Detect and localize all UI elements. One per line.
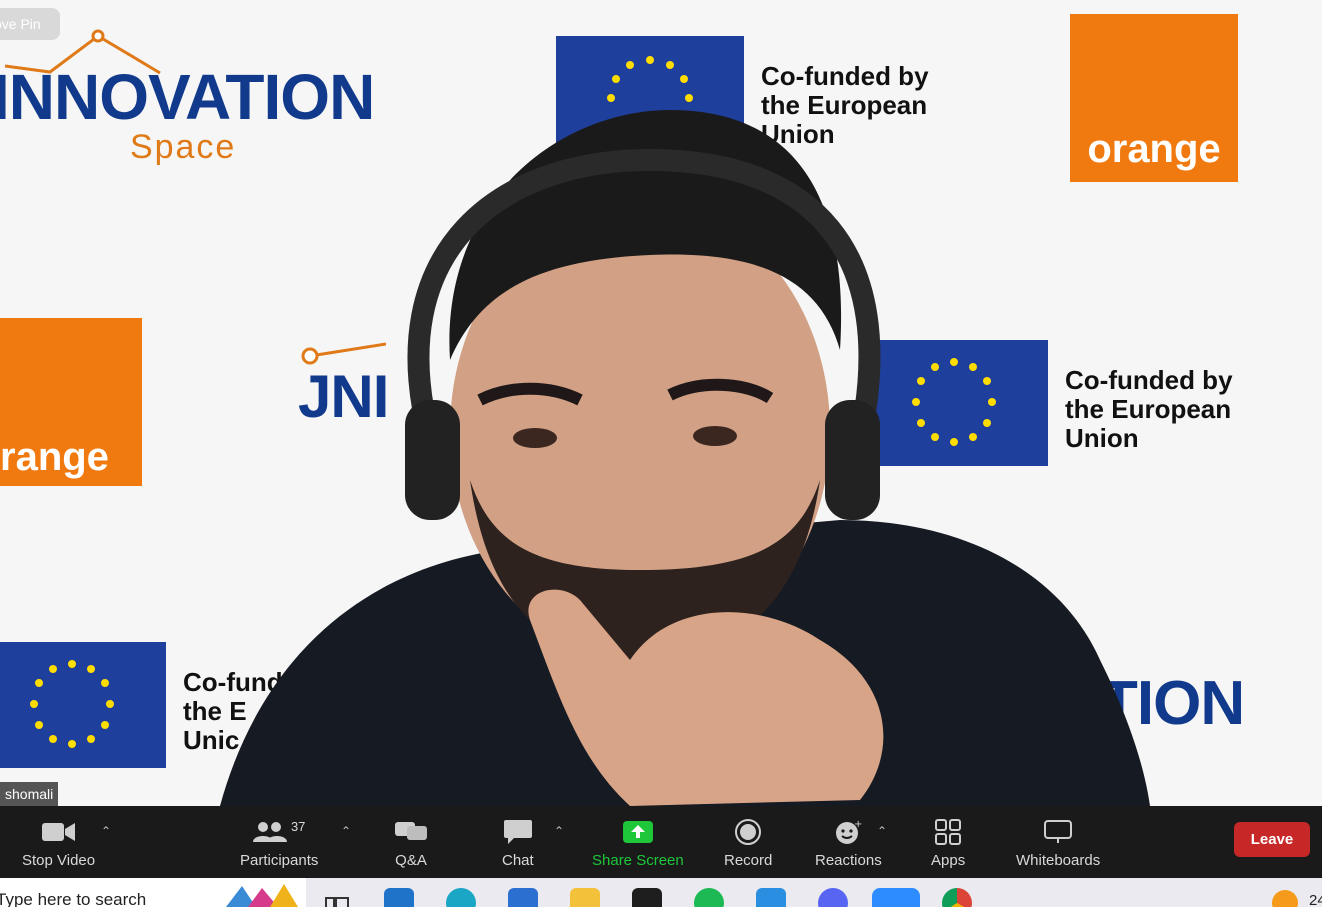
discord-icon[interactable] (818, 888, 848, 907)
remove-pin-label: ove Pin (0, 16, 41, 32)
stop-video-label: Stop Video (22, 852, 96, 869)
weather-icon[interactable] (1272, 890, 1298, 907)
participants-icon (252, 822, 287, 842)
remove-pin-button[interactable]: ove Pin (0, 8, 60, 40)
spotify-icon[interactable] (694, 888, 724, 907)
meeting-toolbar: Stop Video ⌃ 37 Participants ⌃ Q&A Chat … (0, 806, 1322, 878)
video-options-caret-icon[interactable]: ⌃ (101, 824, 111, 838)
whiteboards-label: Whiteboards (1016, 852, 1101, 869)
qa-icon (395, 814, 427, 850)
windows-taskbar: Type here to search 24 (0, 878, 1322, 907)
chrome-icon[interactable] (942, 888, 972, 907)
file-explorer-icon[interactable] (570, 888, 600, 907)
chat-button[interactable]: Chat (502, 814, 534, 869)
apps-icon (935, 814, 962, 850)
reactions-label: Reactions (815, 852, 882, 869)
store-icon[interactable] (508, 888, 538, 907)
reactions-icon: + (834, 814, 862, 850)
participant-name-label: shomali (0, 782, 59, 806)
svg-text:+: + (854, 819, 862, 830)
vscode-icon[interactable] (756, 888, 786, 907)
chat-label: Chat (502, 852, 534, 869)
edge-icon[interactable] (446, 888, 476, 907)
orange-logo-left: range (0, 318, 142, 486)
video-camera-icon (41, 814, 76, 850)
clock-text: 24 (1309, 892, 1322, 907)
participants-count: 37 (290, 818, 306, 834)
figma-icon[interactable] (632, 888, 662, 907)
leave-button[interactable]: Leave (1234, 822, 1310, 857)
orange-logo-partial-text: range (0, 435, 109, 479)
whiteboards-button[interactable]: Whiteboards (1016, 814, 1100, 869)
share-screen-button[interactable]: Share Screen (592, 814, 684, 869)
eu-stars-icon (30, 660, 114, 748)
share-screen-icon (622, 814, 653, 850)
whiteboard-icon (1044, 814, 1073, 850)
reactions-options-caret-icon[interactable]: ⌃ (877, 824, 887, 838)
stop-video-button[interactable]: Stop Video (22, 814, 95, 869)
participant-person (220, 110, 1150, 806)
eu-text-line1: Co-funded by (761, 61, 929, 91)
qa-button[interactable]: Q&A (395, 814, 427, 869)
qa-label: Q&A (395, 852, 427, 869)
search-highlight-icon (222, 882, 302, 907)
record-icon (734, 814, 762, 850)
taskbar-search-placeholder: Type here to search (0, 890, 147, 907)
participants-label: Participants (240, 852, 319, 869)
apps-button[interactable]: Apps (931, 814, 965, 869)
chat-icon (503, 814, 532, 850)
reactions-button[interactable]: + Reactions (815, 814, 882, 869)
participants-icon-wrap: 37 (252, 814, 306, 850)
mail-icon[interactable] (384, 888, 414, 907)
video-feed: INNOVATION Space Co-funded by the Europe… (0, 0, 1322, 806)
record-button[interactable]: Record (724, 814, 772, 869)
eu-flag-bottom (0, 642, 166, 768)
apps-label: Apps (931, 852, 966, 869)
participants-options-caret-icon[interactable]: ⌃ (341, 824, 351, 838)
task-view-icon[interactable] (322, 888, 352, 907)
record-label: Record (724, 852, 773, 869)
chat-options-caret-icon[interactable]: ⌃ (554, 824, 564, 838)
participants-button[interactable]: 37 Participants (240, 814, 319, 870)
zoom-icon[interactable] (872, 888, 920, 907)
share-screen-label: Share Screen (592, 852, 684, 869)
